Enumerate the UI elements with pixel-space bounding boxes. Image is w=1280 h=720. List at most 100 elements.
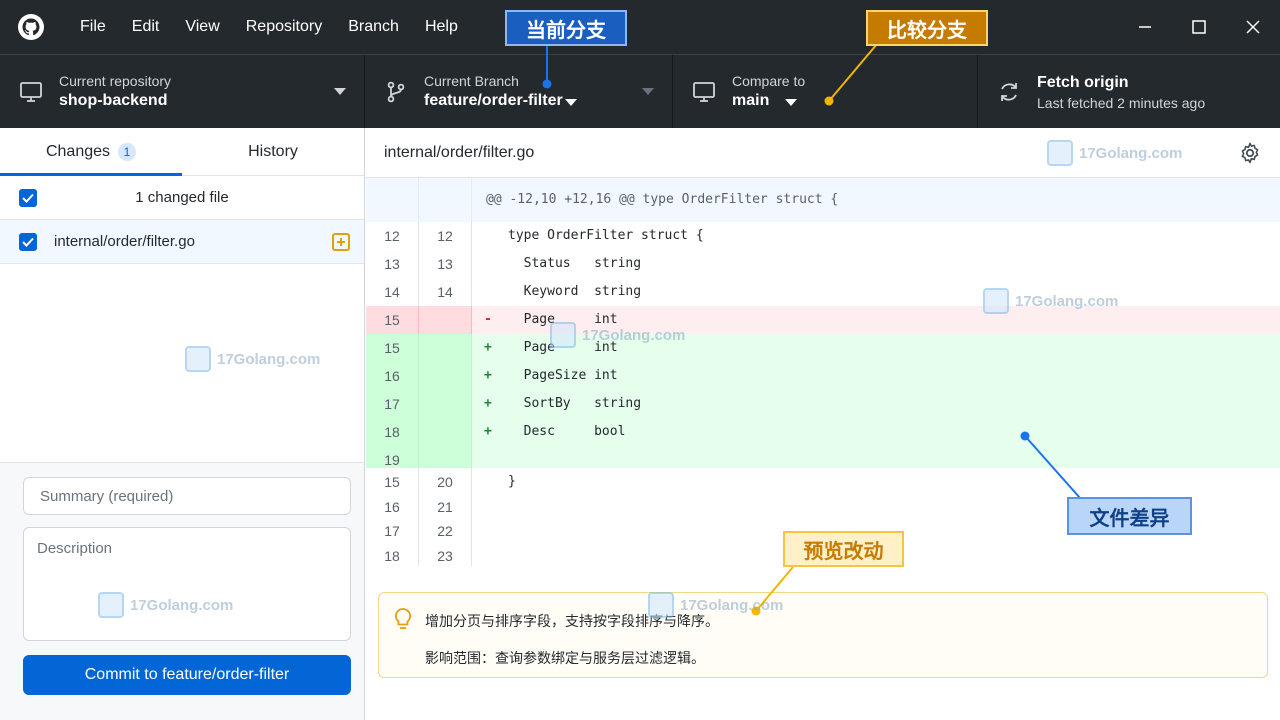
chevron-down-icon	[565, 99, 577, 106]
commit-preview-note: 增加分页与排序字段，支持按字段排序与降序。 影响范围：查询参数绑定与服务层过滤逻…	[378, 592, 1268, 678]
current-branch-dropdown[interactable]: Current Branch feature/order-filter	[365, 55, 673, 129]
tab-history[interactable]: History	[182, 128, 364, 175]
changed-file-name: internal/order/filter.go	[54, 233, 195, 250]
branch-label: Current Branch	[424, 73, 519, 89]
minimize-icon	[1139, 26, 1151, 28]
annotation-current-branch: 当前分支	[505, 10, 627, 46]
minimize-button[interactable]	[1118, 0, 1172, 54]
compare-branch-dropdown[interactable]: Compare to main	[673, 55, 978, 129]
diff-line-code	[472, 446, 1280, 468]
sidebar: Changes 1 History 1 changed file interna…	[0, 128, 365, 720]
gear-icon[interactable]	[1238, 141, 1262, 165]
old-line-number: 13	[366, 250, 419, 278]
diff-line-text: type OrderFilter struct {	[508, 228, 704, 243]
close-button[interactable]	[1226, 0, 1280, 54]
note-line-2: 影响范围：查询参数绑定与服务层过滤逻辑。	[425, 650, 705, 666]
diff-view: internal/order/filter.go @@ -12,10 +12,1…	[366, 128, 1280, 720]
chevron-down-icon	[642, 88, 654, 95]
commit-summary-input[interactable]	[23, 477, 351, 515]
menu-bar: File Edit View Repository Branch Help	[67, 18, 471, 36]
tab-changes[interactable]: Changes 1	[0, 128, 182, 176]
commit-button[interactable]: Commit to feature/order-filter	[23, 655, 351, 695]
sidebar-tabs: Changes 1 History	[0, 128, 364, 176]
old-line-number: 12	[366, 222, 419, 250]
file-checkbox[interactable]	[19, 232, 37, 251]
branch-name: feature/order-filter	[424, 92, 563, 109]
fetch-origin-button[interactable]: Fetch origin Last fetched 2 minutes ago	[978, 55, 1280, 129]
new-line-number	[419, 390, 472, 418]
new-line-number	[419, 334, 472, 362]
watermark-logo: 17Golang.com	[185, 346, 320, 372]
tab-history-label: History	[248, 142, 298, 160]
lightbulb-icon	[394, 608, 412, 629]
old-line-number: 14	[366, 278, 419, 306]
diff-line-marker: -	[484, 312, 492, 327]
old-line-number: 17	[366, 390, 419, 418]
diff-line-add: 19	[366, 446, 1280, 468]
diff-line-ctx: 13 13 Status string	[366, 250, 1280, 278]
annotation-file-diff: 文件差异	[1067, 497, 1192, 535]
menu-view[interactable]: View	[172, 18, 232, 36]
annotation-compare-branch: 比较分支	[866, 10, 988, 46]
new-line-number: 14	[419, 278, 472, 306]
diff-line-code: Keyword string	[472, 278, 1280, 306]
monitor-icon	[693, 82, 715, 102]
old-line-number: 15	[366, 306, 419, 334]
old-line-number: 17	[366, 517, 419, 542]
changed-files-count: 1 changed file	[135, 189, 229, 206]
new-line-number	[419, 306, 472, 334]
diff-line-text: }	[508, 474, 516, 489]
diff-line-add: 18 + Desc bool	[366, 418, 1280, 446]
watermark-logo: 17Golang.com	[983, 288, 1118, 314]
watermark-logo: 17Golang.com	[648, 592, 783, 618]
select-all-checkbox[interactable]	[19, 188, 37, 207]
diff-line-text: Desc bool	[508, 424, 626, 439]
new-line-number	[419, 362, 472, 390]
diff-line-ctx: 12 12 type OrderFilter struct {	[366, 222, 1280, 250]
diff-line-ctx: 15 20}	[366, 468, 1280, 493]
changed-file-row[interactable]: internal/order/filter.go	[0, 220, 364, 264]
current-repository-dropdown[interactable]: Current repository shop-backend	[0, 55, 365, 129]
diff-line-add: 15 + Page int	[366, 334, 1280, 362]
check-icon	[22, 193, 34, 203]
diff-line-text: SortBy string	[508, 396, 642, 411]
old-line-number: 16	[366, 362, 419, 390]
diff-line-code: + SortBy string	[472, 390, 1280, 418]
changes-header: 1 changed file	[0, 176, 364, 220]
watermark-logo: 17Golang.com	[1047, 140, 1182, 166]
diff-file-path: internal/order/filter.go	[384, 143, 535, 161]
watermark-logo: 17Golang.com	[550, 322, 685, 348]
window-controls	[1118, 0, 1280, 54]
annotation-preview-changes: 预览改动	[783, 531, 904, 567]
old-line-number: 15	[366, 334, 419, 362]
new-line-number: 13	[419, 250, 472, 278]
menu-edit[interactable]: Edit	[119, 18, 173, 36]
diff-line-code: Status string	[472, 250, 1280, 278]
menu-repository[interactable]: Repository	[233, 18, 335, 36]
file-modified-icon	[332, 232, 350, 251]
git-branch-icon	[387, 81, 405, 103]
menu-branch[interactable]: Branch	[335, 18, 412, 36]
maximize-icon	[1192, 20, 1206, 34]
maximize-button[interactable]	[1172, 0, 1226, 54]
old-line-number: 19	[366, 446, 419, 468]
diff-line-text: Status string	[508, 256, 642, 271]
diff-line-marker: +	[484, 368, 492, 383]
compare-label: Compare to	[732, 73, 806, 89]
monitor-icon	[20, 82, 42, 102]
new-line-number: 22	[419, 517, 472, 542]
close-icon	[1246, 20, 1260, 34]
menu-file[interactable]: File	[67, 18, 119, 36]
fetch-label: Fetch origin	[1037, 74, 1129, 91]
hunk-header-text: @@ -12,10 +12,16 @@ type OrderFilter str…	[486, 192, 839, 207]
chevron-down-icon	[334, 88, 346, 95]
commit-description-input[interactable]	[23, 527, 351, 641]
diff-line-code: type OrderFilter struct {	[472, 222, 1280, 250]
diff-line-marker: +	[484, 396, 492, 411]
menu-help[interactable]: Help	[412, 18, 471, 36]
new-line-number: 21	[419, 492, 472, 517]
new-line-number	[419, 418, 472, 446]
old-line-number: 16	[366, 492, 419, 517]
chevron-down-icon	[785, 99, 797, 106]
hunk-header: @@ -12,10 +12,16 @@ type OrderFilter str…	[366, 178, 1280, 222]
